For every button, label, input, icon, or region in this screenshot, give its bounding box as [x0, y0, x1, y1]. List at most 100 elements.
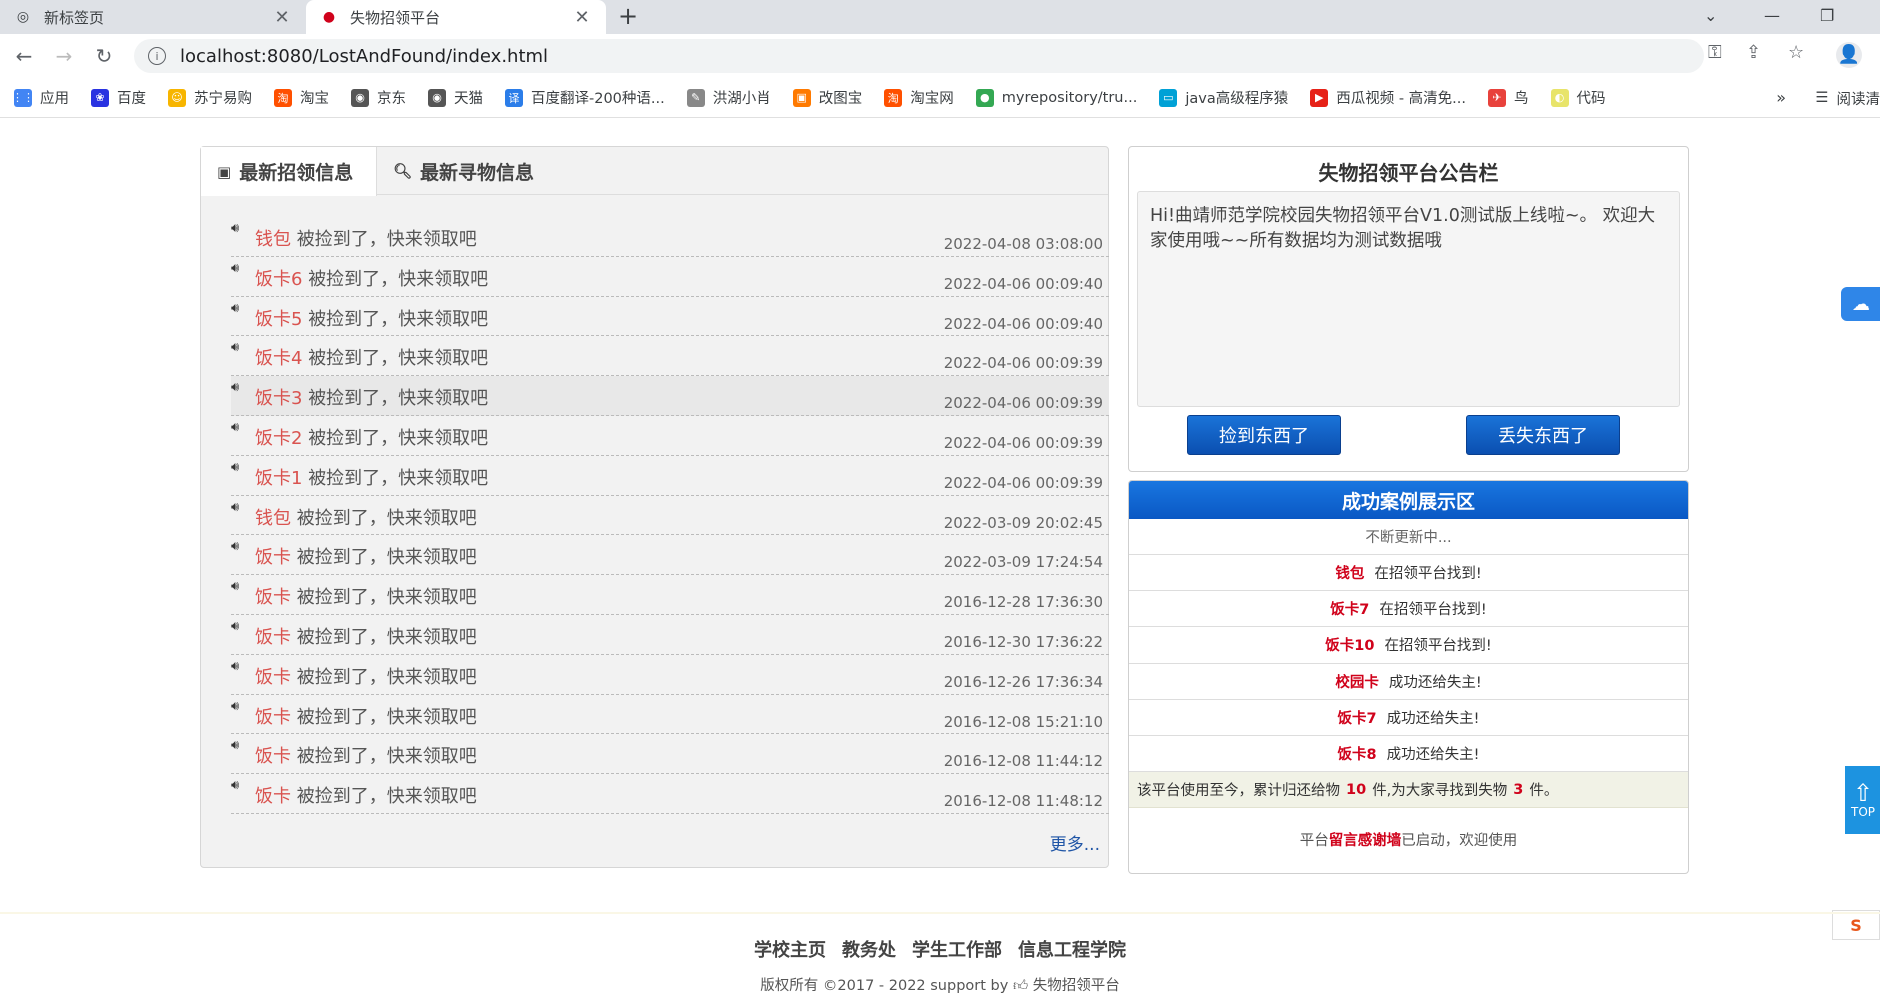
- bookmark-item[interactable]: ▭ java高级程序猿: [1159, 87, 1288, 108]
- item-name-link[interactable]: 饭卡: [255, 786, 291, 807]
- item-name-link[interactable]: 饭卡: [255, 746, 291, 767]
- tab-title: 新标签页: [44, 8, 105, 27]
- bookmarks-bar: ⋮⋮ 应用 ❀ 百度 ☺ 苏宁易购 淘淘宝 ◉ 京东 ◉ 天猫 译百度翻译-200种语... ✎ 洪湖小肖…: [0, 78, 1880, 118]
- item-name-link[interactable]: 饭卡: [255, 547, 291, 568]
- case-name-link[interactable]: 饭卡8: [1338, 743, 1377, 764]
- footer-links: 学校主页 教务处 学生工作部 信息工程学院: [0, 936, 1880, 962]
- close-tab-icon[interactable]: ✕: [272, 7, 292, 28]
- case-name-link[interactable]: 饭卡10: [1325, 634, 1374, 655]
- site-info-icon[interactable]: i: [148, 47, 166, 65]
- footer-link[interactable]: 学生工作部: [912, 940, 1002, 961]
- bookmark-item[interactable]: 淘淘宝网: [884, 87, 954, 108]
- browser-tab-newtab[interactable]: ◎ 新标签页 ✕: [0, 0, 306, 34]
- more-bookmarks-icon[interactable]: »: [1776, 88, 1786, 107]
- minimize-window-icon[interactable]: —: [1764, 0, 1780, 30]
- list-item[interactable]: 🔊︎ 钱包 被捡到了，快来领取吧 2022-04-08 03:08:00: [231, 217, 1109, 257]
- list-item[interactable]: 🔊︎ 饭卡 被捡到了，快来领取吧 2016-12-26 17:36:34: [231, 655, 1109, 695]
- reading-list-label: 阅读清: [1836, 91, 1880, 108]
- list-item[interactable]: 🔊︎ 饭卡1 被捡到了，快来领取吧 2022-04-06 00:09:39: [231, 456, 1109, 496]
- item-name-link[interactable]: 饭卡: [255, 707, 291, 728]
- list-item[interactable]: 🔊︎ 饭卡 被捡到了，快来领取吧 2016-12-30 17:36:22: [231, 615, 1109, 655]
- tab-latest-lost[interactable]: 🔍︎ 最新寻物信息: [377, 147, 577, 195]
- reading-list[interactable]: ☰ 阅读清: [1806, 78, 1880, 118]
- item-name-link[interactable]: 饭卡: [255, 667, 291, 688]
- item-name-link[interactable]: 饭卡4: [255, 348, 302, 369]
- bookmark-item[interactable]: ▣ 改图宝: [792, 87, 862, 108]
- item-name-link[interactable]: 饭卡2: [255, 428, 302, 449]
- case-name-link[interactable]: 饭卡7: [1338, 707, 1377, 728]
- speaker-icon: 🔊︎: [231, 738, 240, 754]
- lost-something-button[interactable]: 丢失东西了: [1466, 415, 1620, 455]
- new-tab-plus-icon[interactable]: +: [618, 2, 638, 30]
- item-date: 2022-03-09 20:02:45: [943, 513, 1103, 532]
- bookmark-item[interactable]: ❀ 百度: [91, 87, 146, 108]
- close-tab-icon[interactable]: ✕: [572, 7, 592, 28]
- footer-link[interactable]: 教务处: [842, 940, 896, 961]
- list-item[interactable]: 🔊︎ 饭卡 被捡到了，快来领取吧 2022-03-09 17:24:54: [231, 535, 1109, 576]
- item-name-link[interactable]: 饭卡: [255, 587, 291, 608]
- list-item[interactable]: 🔊︎ 饭卡4 被捡到了，快来领取吧 2022-04-06 00:09:39: [231, 336, 1109, 377]
- cloud-extension-icon[interactable]: ☁: [1841, 287, 1880, 321]
- item-text: 饭卡2 被捡到了，快来领取吧: [255, 424, 488, 450]
- picture-icon: ▣: [217, 162, 232, 181]
- footer-link[interactable]: 信息工程学院: [1018, 940, 1126, 961]
- list-item[interactable]: 🔊︎ 饭卡 被捡到了，快来领取吧 2016-12-28 17:36:30: [231, 575, 1109, 615]
- bookmark-item[interactable]: ✈ 鸟: [1488, 87, 1529, 108]
- back-arrow-icon[interactable]: ←: [10, 42, 38, 70]
- tab-search-chevron-icon[interactable]: ⌄: [1704, 0, 1717, 30]
- case-name-link[interactable]: 饭卡7: [1330, 598, 1369, 619]
- bookmark-item[interactable]: ✎ 洪湖小肖: [686, 87, 771, 108]
- tab-latest-found[interactable]: ▣ 最新招领信息: [201, 147, 377, 196]
- item-name-link[interactable]: 饭卡5: [255, 309, 302, 330]
- bookmark-item[interactable]: ● myrepository/tru...: [975, 88, 1137, 107]
- speaker-icon: 🔊︎: [231, 579, 240, 595]
- list-item[interactable]: 🔊︎ 饭卡 被捡到了，快来领取吧 2016-12-08 11:44:12: [231, 734, 1109, 775]
- item-name-link[interactable]: 钱包: [255, 508, 291, 529]
- bookmark-item[interactable]: 淘淘宝: [274, 87, 329, 108]
- stat-suffix: 件。: [1529, 783, 1559, 800]
- browser-tab-lostfound[interactable]: ● 失物招领平台 ✕: [306, 0, 606, 34]
- list-item[interactable]: 🔊︎ 饭卡5 被捡到了，快来领取吧 2022-04-06 00:09:40: [231, 297, 1109, 337]
- item-name-link[interactable]: 饭卡: [255, 627, 291, 648]
- forward-arrow-icon[interactable]: →: [50, 42, 78, 70]
- list-item[interactable]: 🔊︎ 饭卡 被捡到了，快来领取吧 2016-12-08 15:21:10: [231, 695, 1109, 735]
- key-icon[interactable]: ⚿: [1708, 42, 1722, 63]
- bookmark-favicon-icon: ▶: [1310, 88, 1329, 107]
- list-item[interactable]: 🔊︎ 钱包 被捡到了，快来领取吧 2022-03-09 20:02:45: [231, 496, 1109, 536]
- list-item[interactable]: 🔊︎ 饭卡 被捡到了，快来领取吧 2016-12-08 11:48:12: [231, 774, 1109, 814]
- case-name-link[interactable]: 校园卡: [1335, 671, 1379, 692]
- thanks-wall-notice: 平台留言感谢墙已启动，欢迎使用: [1129, 829, 1688, 850]
- bookmark-star-icon[interactable]: ☆: [1788, 42, 1804, 63]
- item-date: 2022-04-06 00:09:40: [943, 274, 1103, 293]
- more-link[interactable]: 更多...: [1050, 830, 1100, 855]
- item-name-link[interactable]: 饭卡6: [255, 269, 302, 290]
- bookmark-item[interactable]: ▶ 西瓜视频 - 高清免...: [1310, 87, 1466, 108]
- bookmark-item[interactable]: ☺ 苏宁易购: [168, 87, 252, 108]
- bookmark-item[interactable]: ◐ 代码: [1550, 87, 1606, 108]
- list-item[interactable]: 🔊︎ 饭卡6 被捡到了，快来领取吧 2022-04-06 00:09:40: [231, 257, 1109, 297]
- reload-icon[interactable]: ↻: [90, 42, 118, 70]
- case-name-link[interactable]: 钱包: [1335, 562, 1364, 583]
- found-something-button[interactable]: 捡到东西了: [1187, 415, 1341, 455]
- share-icon[interactable]: ⇪: [1746, 42, 1761, 63]
- item-text: 饭卡 被捡到了，快来领取吧: [255, 623, 477, 649]
- bookmark-item[interactable]: 译百度翻译-200种语...: [505, 87, 665, 108]
- back-to-top-button[interactable]: ⇧ TOP: [1845, 766, 1880, 834]
- list-item[interactable]: 🔊︎ 饭卡2 被捡到了，快来领取吧 2022-04-06 00:09:39: [231, 416, 1109, 456]
- bookmark-item[interactable]: ⋮⋮ 应用: [12, 87, 69, 108]
- item-text: 饭卡5 被捡到了，快来领取吧: [255, 305, 488, 331]
- cases-title: 成功案例展示区: [1129, 481, 1688, 519]
- footer-link[interactable]: 学校主页: [754, 940, 826, 961]
- restore-window-icon[interactable]: ❐: [1820, 0, 1834, 30]
- bookmark-item[interactable]: ◉ 天猫: [428, 87, 483, 108]
- address-bar[interactable]: i localhost:8080/LostAndFound/index.html: [134, 39, 1704, 73]
- profile-avatar-icon[interactable]: 👤: [1836, 42, 1862, 68]
- list-item[interactable]: 🔊︎ 饭卡3 被捡到了，快来领取吧 2022-04-06 00:09:39: [231, 376, 1109, 416]
- item-name-link[interactable]: 饭卡3: [255, 388, 302, 409]
- item-name-link[interactable]: 饭卡1: [255, 468, 302, 489]
- thanks-wall-link[interactable]: 留言感谢墙: [1329, 833, 1402, 849]
- bookmark-item[interactable]: ◉ 京东: [351, 87, 406, 108]
- item-name-link[interactable]: 钱包: [255, 229, 291, 250]
- speaker-icon: 🔊︎: [231, 618, 240, 634]
- copyright-brand: 失物招领平台: [1032, 978, 1120, 994]
